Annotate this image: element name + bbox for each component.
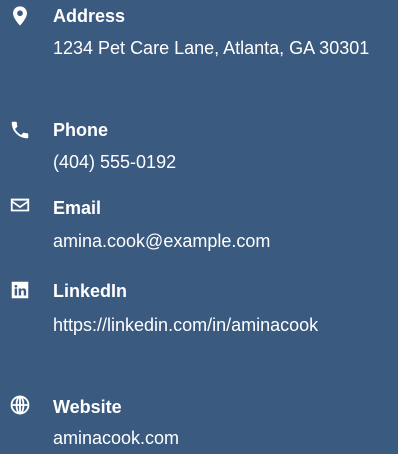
contact-item-website: Website aminacook.com (0, 393, 398, 448)
phone-label: Phone (53, 120, 109, 140)
contact-item-linkedin: LinkedIn https://linkedin.com/in/aminaco… (0, 279, 398, 379)
address-label: Address (53, 6, 126, 26)
website-label: Website (53, 397, 122, 417)
linkedin-link[interactable]: https://linkedin.com/in/aminacook (53, 309, 398, 341)
envelope-icon (9, 194, 31, 216)
contact-item-email: Email amina.cook@example.com (0, 194, 398, 254)
contact-info-list: Address 1234 Pet Care Lane, Atlanta, GA … (0, 0, 398, 448)
phone-link[interactable]: (404) 555-0192 (53, 146, 398, 178)
email-label: Email (53, 198, 102, 218)
linkedin-icon (9, 279, 31, 301)
globe-icon (9, 394, 31, 416)
contact-item-phone: Phone (404) 555-0192 (0, 115, 398, 175)
website-link[interactable]: aminacook.com (53, 422, 398, 454)
contact-item-address: Address 1234 Pet Care Lane, Atlanta, GA … (0, 0, 398, 100)
map-pin-icon (9, 5, 31, 27)
linkedin-label: LinkedIn (53, 281, 128, 301)
email-link[interactable]: amina.cook@example.com (53, 225, 398, 257)
phone-icon (9, 119, 31, 141)
address-value: 1234 Pet Care Lane, Atlanta, GA 30301 (53, 38, 370, 58)
